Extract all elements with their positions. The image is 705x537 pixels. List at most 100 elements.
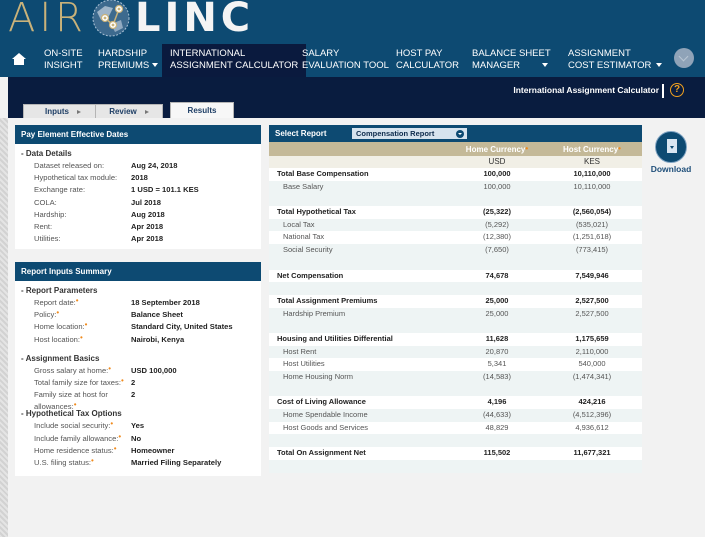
report-header: Select Report Compensation Report	[269, 125, 642, 142]
summary-value: Homeowner	[131, 445, 175, 455]
summary-value: USD 100,000	[131, 365, 177, 375]
summary-label: Total family size for taxes:	[34, 377, 121, 387]
download-button[interactable]: Download	[650, 131, 692, 174]
nav-item-label: HARDSHIP	[98, 48, 148, 59]
left-edge-pattern	[0, 118, 8, 537]
host-value: 7,549,946	[575, 270, 609, 280]
report-item-row: Local Tax (5,292) (535,021)	[269, 218, 642, 232]
nav-item-salary-evaluation-tool[interactable]: SALARY EVALUATION TOOL	[302, 44, 389, 77]
summary-value: 2	[131, 390, 136, 400]
detail-row: COLA: Jul 2018	[15, 197, 261, 209]
summary-label-cell: U.S. filing status:•	[15, 455, 131, 469]
section-toggle[interactable]: - Assignment Basics	[15, 353, 261, 365]
section-title: Hypothetical Tax Options	[25, 409, 122, 419]
tab-inputs[interactable]: Inputs	[23, 104, 103, 118]
summary-label: Report date:	[34, 298, 76, 307]
required-marker-icon: •	[113, 443, 117, 453]
section-title: Data Details	[25, 149, 72, 158]
detail-value: Apr 2018	[131, 221, 164, 231]
nav-item-label: MANAGER	[472, 59, 521, 71]
detail-value: 2018	[131, 173, 148, 183]
home-value: 74,678	[485, 270, 509, 280]
required-marker-icon: •	[80, 332, 83, 342]
brand-bar: AIR LINC	[0, 0, 705, 41]
summary-value: Nairobi, Kenya	[131, 334, 185, 344]
detail-value: Apr 2018	[131, 234, 164, 244]
nav-item-host-pay-calculator[interactable]: HOST PAY CALCULATOR	[396, 44, 459, 77]
airlinc-logo[interactable]: AIR LINC	[8, 0, 255, 41]
caret-down-icon	[152, 62, 159, 67]
summary-row: Home location:• Standard City, United Sta…	[15, 321, 261, 333]
detail-value: Aug 2018	[131, 209, 165, 219]
user-menu-button[interactable]	[674, 48, 694, 68]
data-details-list: Dataset released on: Aug 24, 2018 Hypothet…	[15, 160, 261, 245]
detail-label: Hypothetical tax module:	[34, 173, 118, 183]
host-value: (535,021)	[575, 219, 609, 229]
nav-item-assignment-cost-estimator[interactable]: ASSIGNMENT COST ESTIMATOR	[568, 44, 663, 77]
tab-results[interactable]: Results	[170, 102, 234, 118]
nav-item-hardship-premiums[interactable]: HARDSHIP PREMIUMS	[98, 44, 159, 77]
report-item-row: Host Utilities 5,341 540,000	[269, 358, 642, 371]
row-label: Local Tax	[283, 219, 315, 229]
globe-network-icon	[92, 0, 130, 37]
home-value: (44,633)	[483, 410, 511, 420]
detail-label: Utilities:	[34, 234, 61, 244]
summary-sections: - Report Parameters Report date:• 18 Septe…	[15, 285, 261, 469]
nav-item-on-site-insight[interactable]: ON-SITE INSIGHT	[44, 44, 83, 77]
detail-row: Hardship: Aug 2018	[15, 209, 261, 221]
nav-item-balance-sheet-manager[interactable]: BALANCE SHEET MANAGER	[472, 44, 551, 77]
arrow-right-icon	[77, 109, 81, 114]
report-item-row: Host Rent 20,870 2,110,000	[269, 345, 642, 359]
nav-item-label: ASSIGNMENT CALCULATOR	[170, 59, 299, 71]
caret-down-icon	[656, 62, 663, 67]
report-total-row: Cost of Living Allowance 4,196 424,216	[269, 396, 642, 409]
summary-label-cell: Family size at host for allowances:•	[15, 389, 131, 411]
summary-label: Include family allowance:	[34, 433, 119, 443]
summary-row: Gross salary at home:• USD 100,000	[15, 364, 261, 377]
row-label: Total On Assignment Net	[277, 448, 366, 458]
summary-value: Yes	[131, 421, 145, 431]
info-marker-icon[interactable]: •	[525, 144, 528, 153]
summary-label-cell: Total family size for taxes:•	[15, 376, 131, 389]
home-value: (7,650)	[485, 245, 509, 255]
caret-down-icon	[542, 62, 549, 67]
section-title: Report Parameters	[25, 286, 98, 295]
section-toggle[interactable]: - Report Parameters	[15, 285, 261, 297]
home-icon[interactable]	[11, 52, 27, 66]
host-value: 540,000	[578, 359, 606, 369]
summary-label: U.S. filing status:	[34, 457, 91, 467]
summary-value: No	[131, 433, 142, 443]
report-total-row: Net Compensation 74,678 7,549,946	[269, 270, 642, 283]
host-value: (1,251,618)	[572, 232, 612, 242]
host-value: (2,560,054)	[572, 207, 612, 217]
select-report-label: Select Report	[275, 129, 327, 138]
info-marker-icon[interactable]: •	[618, 144, 621, 153]
report-total-row: Housing and Utilities Differential 11,628…	[269, 333, 642, 346]
section-toggle-data-details[interactable]: - Data Details	[15, 148, 261, 160]
required-marker-icon: •	[110, 419, 114, 429]
summary-label: Home location:	[34, 322, 85, 332]
help-icon[interactable]: ?	[670, 83, 684, 97]
host-value: 10,110,000	[573, 181, 611, 191]
required-marker-icon: •	[90, 455, 94, 465]
tab-review[interactable]: Review	[95, 104, 163, 118]
logo-text-linc: LINC	[134, 0, 255, 41]
home-value: 100,000	[483, 169, 511, 178]
host-value: 1,175,659	[575, 333, 609, 343]
currency-header-row: Home Currency• Host Currency•	[269, 142, 642, 156]
section-toggle[interactable]: - Hypothetical Tax Options	[15, 408, 261, 420]
home-value: (12,380)	[483, 232, 511, 242]
tab-label: Review	[109, 107, 137, 116]
nav-item-label: INTERNATIONAL	[170, 48, 246, 59]
home-currency-header: Home Currency•	[442, 144, 552, 155]
row-label: Home Housing Norm	[283, 372, 354, 381]
report-total-row: Total Hypothetical Tax (25,322) (2,560,054…	[269, 206, 642, 219]
inputs-summary-panel: Report Inputs Summary - Report Parameter…	[15, 262, 261, 476]
nav-item-label: BALANCE SHEET	[472, 48, 551, 59]
row-label: Hardship Premium	[283, 308, 346, 318]
host-value: 11,677,321	[573, 448, 611, 458]
nav-item-international-assignment-calculator[interactable]: INTERNATIONAL ASSIGNMENT CALCULATOR	[162, 44, 307, 77]
report-select-dropdown[interactable]: Compensation Report	[352, 128, 467, 139]
host-value: 2,527,500	[575, 308, 609, 318]
arrow-right-icon	[144, 109, 149, 114]
